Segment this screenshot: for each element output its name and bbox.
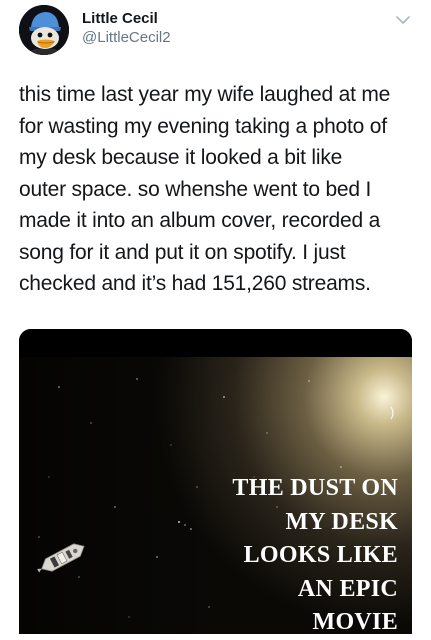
spaceship-icon bbox=[33, 537, 91, 579]
tweet-text-line: checked and it’s had 151,260 streams. bbox=[19, 272, 371, 295]
album-title-line: MY DESK bbox=[285, 508, 398, 535]
tweet-text-line: song for it and put it on spotify. I jus… bbox=[19, 240, 346, 264]
album-title-line: MOVIE bbox=[312, 609, 398, 634]
display-name[interactable]: Little Cecil bbox=[82, 9, 171, 28]
album-title: THE DUST ON MY DESK LOOKS LIKE AN EPIC M… bbox=[178, 472, 398, 634]
album-title-line: THE DUST ON bbox=[232, 475, 398, 501]
tweet-header: Little Cecil @LittleCecil2 bbox=[19, 5, 419, 57]
user-handle[interactable]: @LittleCecil2 bbox=[82, 28, 171, 47]
tweet-media-image[interactable]: THE DUST ON MY DESK LOOKS LIKE AN EPIC M… bbox=[19, 329, 412, 634]
tweet-card: Little Cecil @LittleCecil2 this time las… bbox=[0, 0, 431, 640]
tweet-text-line: outer space. so whenshe went to bed I bbox=[19, 177, 372, 201]
tweet-text-line: made it into an album cover, recorded a bbox=[19, 209, 381, 232]
user-info: Little Cecil @LittleCecil2 bbox=[82, 9, 171, 47]
penguin-avatar-icon[interactable] bbox=[19, 5, 69, 55]
tweet-text-line: my desk because it looked a bit like bbox=[19, 146, 343, 169]
tweet-text-line: for wasting my evening taking a photo of bbox=[19, 114, 387, 138]
album-title-line: AN EPIC bbox=[297, 575, 398, 602]
tweet-text-line: this time last year my wife laughed at m… bbox=[19, 83, 391, 106]
album-title-line: LOOKS LIKE bbox=[243, 542, 398, 568]
media-top-band bbox=[19, 329, 412, 357]
chevron-down-icon[interactable] bbox=[395, 13, 411, 25]
tweet-text: this time last year my wife laughed at m… bbox=[19, 79, 419, 300]
